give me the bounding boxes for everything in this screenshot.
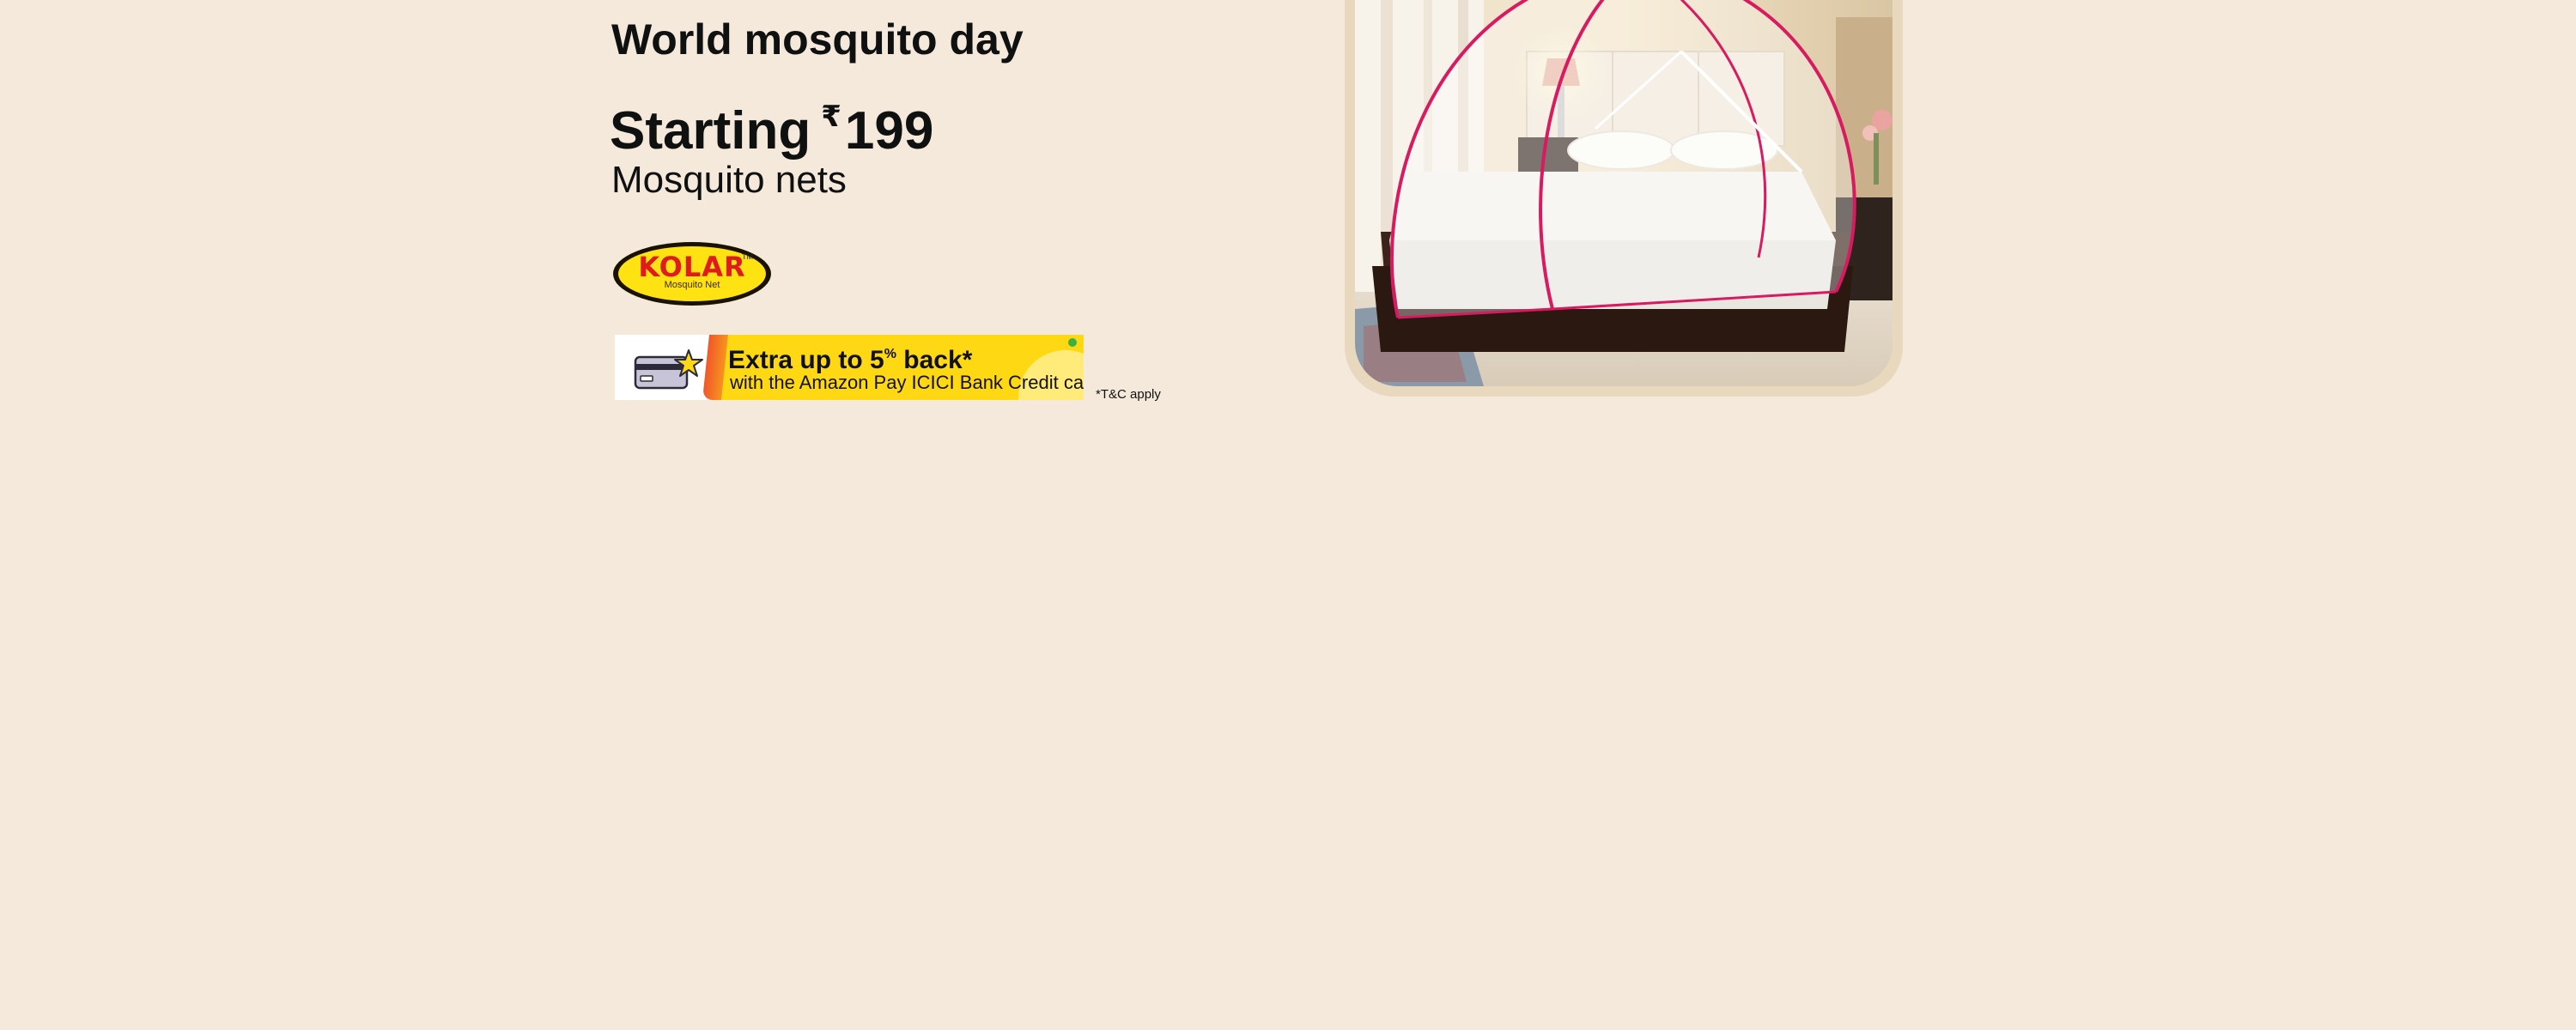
product-image-frame: [1345, 0, 1903, 397]
brand-logo: KOLAR Mosquito Net TM: [613, 242, 771, 306]
mosquito-net-banner[interactable]: World mosquito day Starting ₹199 Mosquito…: [0, 0, 2576, 403]
brand-logo-tagline: Mosquito Net: [664, 280, 720, 290]
terms-note: *T&C apply: [1096, 387, 1161, 402]
offer-decor-dot: [1068, 338, 1077, 347]
bank-offer-strip: Extra up to 5% back* with the Amazon Pay…: [615, 335, 1084, 400]
product-image: [1355, 0, 1893, 386]
price-value: 199: [844, 101, 934, 161]
brand-logo-trademark: TM: [742, 252, 753, 261]
price-line: Starting ₹199: [610, 82, 933, 166]
rupee-symbol: ₹: [821, 100, 841, 133]
offer-title-percent: %: [884, 347, 896, 361]
mosquito-net-bed-photo: [1355, 0, 1893, 386]
price-prefix: Starting: [610, 101, 811, 161]
credit-card-star-icon: [634, 349, 703, 390]
offer-subtitle: with the Amazon Pay ICICI Bank Credit ca…: [730, 372, 1084, 393]
banner-headline: World mosquito day: [611, 15, 1024, 64]
category-label: Mosquito nets: [611, 159, 847, 201]
